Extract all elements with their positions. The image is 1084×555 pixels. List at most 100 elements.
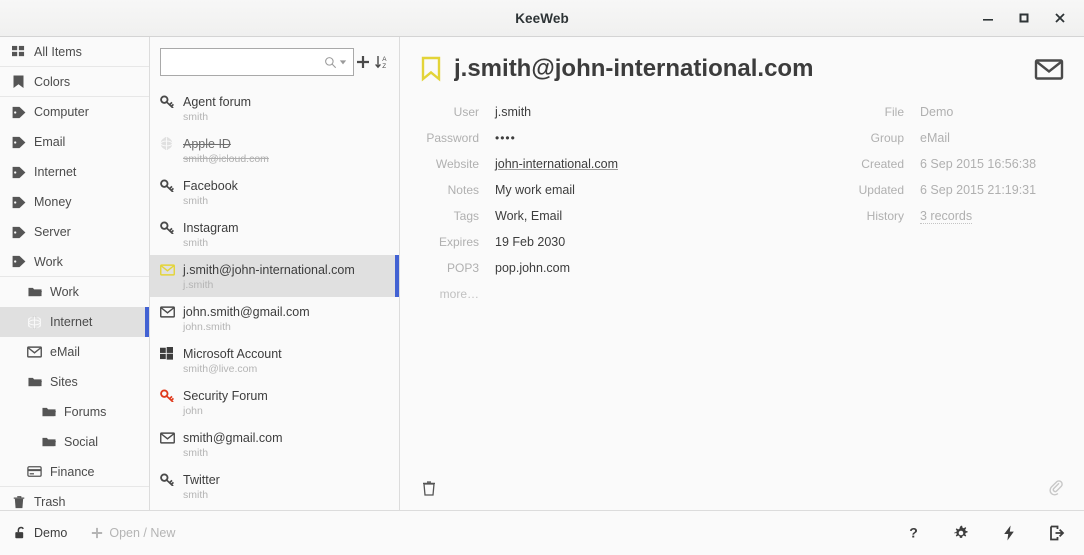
open-new-button[interactable]: Open / New xyxy=(91,526,175,540)
maximize-button[interactable] xyxy=(1006,0,1042,37)
tag-icon xyxy=(10,255,27,268)
caret-down-icon xyxy=(339,60,347,65)
sidebar-item-internet[interactable]: Internet xyxy=(0,307,149,337)
sidebar-item-server[interactable]: Server xyxy=(0,217,149,247)
minimize-button[interactable] xyxy=(970,0,1006,37)
list-item[interactable]: Microsoft Account smith@live.com xyxy=(150,339,399,381)
key-icon xyxy=(160,95,178,108)
detail-field-row: File Demo xyxy=(840,99,1084,125)
detail-field-row: Group eMail xyxy=(840,125,1084,151)
list-item[interactable]: Agent forum smith xyxy=(150,87,399,129)
sidebar-item-label: Internet xyxy=(34,165,77,179)
list-item-title: john.smith@gmail.com xyxy=(183,304,310,319)
list-item[interactable]: j.smith@john-international.com j.smith xyxy=(150,255,399,297)
sidebar-item-finance[interactable]: Finance xyxy=(0,457,149,487)
add-entry-button[interactable] xyxy=(354,47,373,77)
sort-button[interactable]: A Z xyxy=(373,47,392,77)
detail-field-value[interactable]: •••• xyxy=(495,131,516,145)
details-footer xyxy=(400,465,1084,510)
search-adornment[interactable] xyxy=(324,56,347,69)
sidebar-item-label: Computer xyxy=(34,105,89,119)
settings-button[interactable] xyxy=(950,520,972,546)
sidebar-item-work[interactable]: Work xyxy=(0,277,149,307)
list-item-title: Twitter xyxy=(183,472,220,487)
sidebar-item-colors[interactable]: Colors xyxy=(0,67,149,97)
meta-fields: File Demo Group eMail Created 6 Sep 2015 16:5… xyxy=(840,99,1084,465)
key-icon xyxy=(160,389,178,402)
list-item[interactable]: smith@gmail.com smith xyxy=(150,423,399,465)
sidebar-item-money[interactable]: Money xyxy=(0,187,149,217)
list-item[interactable]: Facebook smith xyxy=(150,171,399,213)
list-item[interactable]: Instagram smith xyxy=(150,213,399,255)
bookmark-outline-icon[interactable] xyxy=(420,56,442,82)
close-button[interactable] xyxy=(1042,0,1078,37)
sidebar-item-computer[interactable]: Computer xyxy=(0,97,149,127)
list-item-description: j.smith xyxy=(183,278,214,291)
attachment-button[interactable] xyxy=(1048,479,1064,496)
list-item-title: Facebook xyxy=(183,178,238,193)
list-item-title-row: Facebook xyxy=(160,178,393,194)
detail-field-label[interactable]: more… xyxy=(400,287,495,301)
gear-icon xyxy=(954,525,968,538)
detail-field-label: Updated xyxy=(858,183,904,197)
sidebar-item-internet[interactable]: Internet xyxy=(0,157,149,187)
sidebar-item-forums[interactable]: Forums xyxy=(0,397,149,427)
envelope-icon[interactable] xyxy=(1034,57,1064,81)
detail-field-value: pop.john.com xyxy=(495,261,571,275)
list-item-title-row: john.smith@gmail.com xyxy=(160,304,393,320)
list-item[interactable]: john.smith@gmail.com john.smith xyxy=(150,297,399,339)
sidebar-item-label: Money xyxy=(34,195,72,209)
detail-field-row: Password •••• xyxy=(400,125,820,151)
detail-field-row: Website john-international.com xyxy=(400,151,820,177)
sidebar-item-label: Work xyxy=(34,254,63,269)
sidebar-item-label: Forums xyxy=(64,405,107,419)
list-item-description: smith xyxy=(183,488,209,501)
sidebar-item-social[interactable]: Social xyxy=(0,427,149,457)
tag-icon xyxy=(10,226,27,239)
entry-list-panel: A Z Agent forum smith Apple ID smith@icloud… xyxy=(150,37,400,510)
svg-text:Z: Z xyxy=(382,63,386,70)
sidebar-item-label: eMail xyxy=(50,345,80,359)
help-button[interactable]: ? xyxy=(902,520,924,546)
list-item-title: Apple ID xyxy=(183,136,231,151)
detail-field-value[interactable]: 3 records xyxy=(920,209,973,224)
sidebar-item-email[interactable]: Email xyxy=(0,127,149,157)
search-box[interactable] xyxy=(160,48,354,76)
sidebar-item-work[interactable]: Work xyxy=(0,247,149,277)
entry-list[interactable]: Agent forum smith Apple ID smith@icloud.com… xyxy=(150,87,399,510)
tag-icon xyxy=(10,166,27,179)
detail-field-label: Group xyxy=(870,131,904,145)
search-input[interactable] xyxy=(169,49,324,75)
trash-icon xyxy=(423,480,435,496)
detail-field-label: Notes xyxy=(447,183,479,197)
sidebar-item-all-items[interactable]: All Items xyxy=(0,37,149,67)
list-item-title-row: j.smith@john-international.com xyxy=(160,262,393,278)
sidebar-item-trash[interactable]: Trash xyxy=(0,487,149,510)
sidebar-item-label: Server xyxy=(34,225,71,239)
status-bar-actions: ? xyxy=(902,520,1068,546)
title-bar: KeeWeb xyxy=(0,0,1084,37)
sidebar-item-label: Internet xyxy=(50,315,93,329)
list-item[interactable]: Apple ID smith@icloud.com xyxy=(150,129,399,171)
envelope-icon xyxy=(160,263,178,276)
delete-entry-button[interactable] xyxy=(422,480,436,496)
generate-button[interactable] xyxy=(998,520,1020,546)
window-controls xyxy=(970,0,1084,36)
list-item[interactable]: Security Forum john xyxy=(150,381,399,423)
open-file-demo[interactable]: Demo xyxy=(14,526,67,540)
search-icon xyxy=(325,56,337,68)
key-icon xyxy=(160,179,178,192)
list-item-description: smith@live.com xyxy=(183,362,258,375)
tag-icon xyxy=(10,106,27,119)
lock-button[interactable] xyxy=(1046,520,1068,546)
list-item-title: Security Forum xyxy=(183,388,268,403)
sidebar-item-email[interactable]: eMail xyxy=(0,337,149,367)
window-title: KeeWeb xyxy=(515,10,569,26)
trash-icon xyxy=(10,495,27,509)
detail-field-label: Tags xyxy=(453,209,479,223)
sidebar-item-sites[interactable]: Sites xyxy=(0,367,149,397)
detail-field-value[interactable]: john-international.com xyxy=(495,157,618,171)
globe-icon xyxy=(160,137,178,150)
detail-field-label: History xyxy=(866,209,904,223)
list-item[interactable]: Twitter smith xyxy=(150,465,399,507)
